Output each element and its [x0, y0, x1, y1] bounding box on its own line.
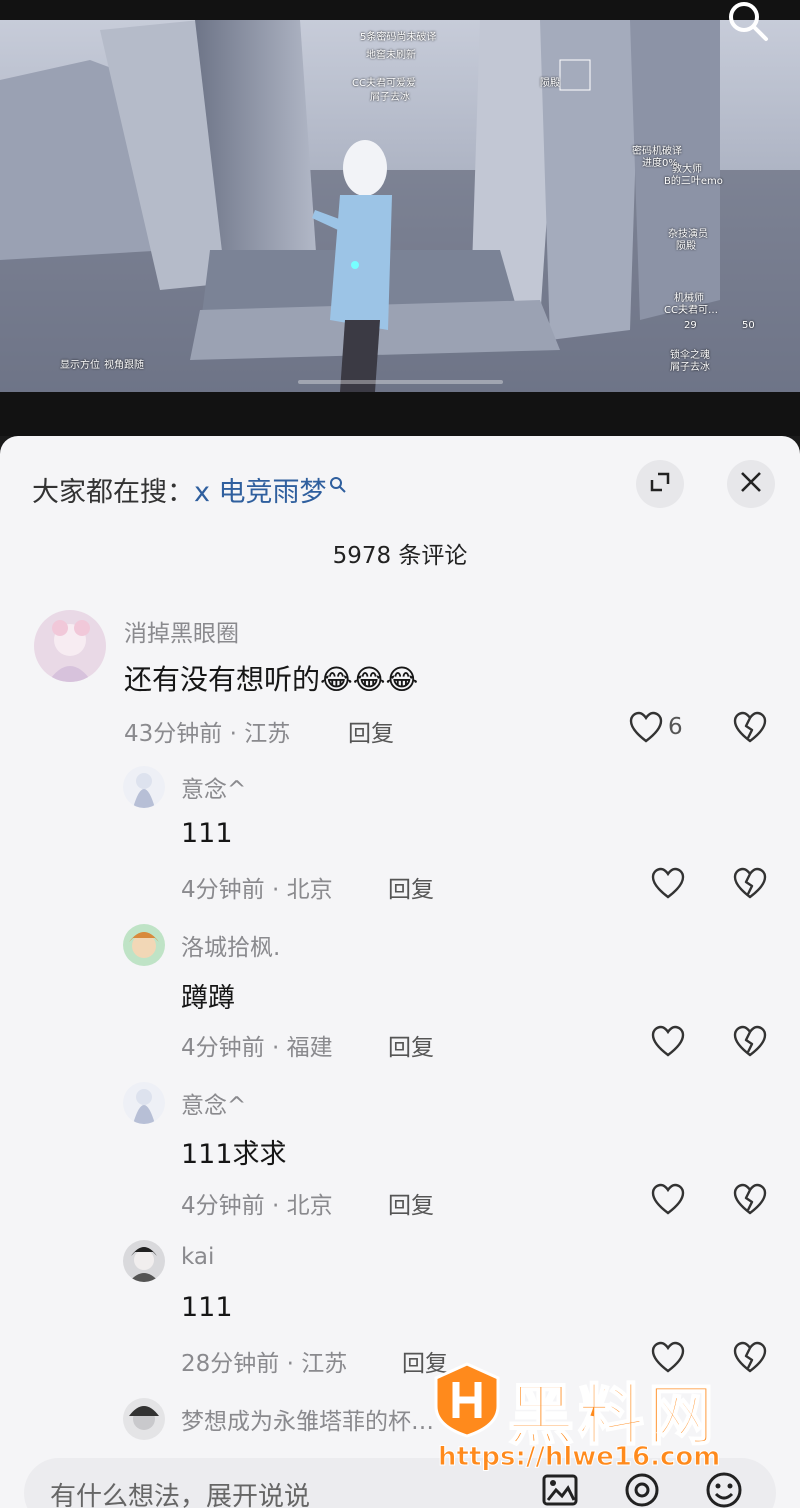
comment-meta: 4分钟前 · 北京 — [181, 877, 333, 903]
hud-text: B的三叶emo — [664, 176, 723, 187]
heart-outline-icon[interactable] — [650, 866, 686, 906]
video-progress-bar[interactable] — [298, 380, 503, 384]
hud-text: CC夫君可爱爱 — [352, 78, 416, 89]
hud-text: 陨殿 — [676, 241, 696, 252]
close-icon — [739, 470, 763, 498]
hot-search-prefix: 大家都在搜： — [32, 477, 194, 508]
comment-meta: 28分钟前 · 江苏 — [181, 1351, 348, 1377]
laugh-cry-emoji: 😂😂😂 — [320, 663, 419, 696]
reply-button[interactable]: 回复 — [388, 1028, 434, 1062]
comment-text: 111求求 — [181, 1139, 287, 1170]
hud-text: 屑子去冰 — [370, 92, 410, 103]
comment-meta: 4分钟前 · 福建 — [181, 1035, 333, 1061]
hot-search-bar[interactable]: 大家都在搜：x 电竞雨梦 — [32, 470, 347, 509]
broken-heart-icon[interactable] — [732, 1182, 768, 1222]
like-count: 6 — [668, 714, 683, 740]
reply-button[interactable]: 回复 — [388, 1186, 434, 1220]
broken-heart-icon[interactable] — [732, 1024, 768, 1064]
hud-text: 屑子去冰 — [670, 362, 710, 373]
watermark-url: https://hlwe16.com — [437, 1442, 721, 1473]
avatar[interactable] — [123, 924, 165, 966]
close-button[interactable] — [727, 460, 775, 508]
hud-text: 29 — [684, 320, 697, 331]
comment-username[interactable]: 消掉黑眼圈 — [124, 614, 239, 648]
comment-item: 意念^ 111求求 4分钟前 · 北京 回复 — [0, 1082, 800, 1232]
hud-text: 5条密码尚未破译 — [360, 32, 437, 43]
hud-text: 50 — [742, 320, 755, 331]
heart-outline-icon[interactable] — [628, 710, 664, 750]
search-icon — [329, 470, 347, 493]
comment-username[interactable]: 意念^ — [181, 770, 246, 804]
hud-text: 地窖未刷新 — [366, 50, 416, 61]
reply-button[interactable]: 回复 — [348, 714, 394, 748]
comment-sheet: 大家都在搜：x 电竞雨梦 5978 条评论 消掉黑眼圈 还有没有想听的😂😂😂 4… — [0, 436, 800, 1508]
hud-text: 视角跟随 — [104, 360, 144, 371]
video-player[interactable]: 5条密码尚未破译 地窖未刷新 CC夫君可爱爱 屑子去冰 陨殿 密码机破译 进度0… — [0, 0, 800, 436]
comment-text: 还有没有想听的😂😂😂 — [124, 658, 418, 698]
comment-item: 洛城拾枫. 蹲蹲 4分钟前 · 福建 回复 — [0, 924, 800, 1074]
hud-text: 陨殿 — [540, 78, 560, 89]
comment-input-placeholder[interactable]: 有什么想法，展开说说 — [50, 1476, 310, 1508]
avatar[interactable] — [123, 1398, 165, 1440]
comment-item: 消掉黑眼圈 还有没有想听的😂😂😂 43分钟前 · 江苏 回复 6 — [0, 610, 800, 760]
comment-item: 意念^ 111 4分钟前 · 北京 回复 — [0, 766, 800, 916]
comment-username[interactable]: 洛城拾枫. — [181, 928, 280, 962]
search-icon[interactable] — [726, 0, 770, 44]
game-screenshot: 5条密码尚未破译 地窖未刷新 CC夫君可爱爱 屑子去冰 陨殿 密码机破译 进度0… — [0, 20, 800, 392]
avatar[interactable] — [123, 1240, 165, 1282]
comment-count: 5978 条评论 — [332, 543, 468, 569]
comment-username[interactable]: kai — [181, 1244, 214, 1270]
reply-button[interactable]: 回复 — [388, 870, 434, 904]
avatar[interactable] — [34, 610, 106, 682]
comment-text: 蹲蹲 — [181, 983, 235, 1014]
comment-meta: 4分钟前 · 北京 — [181, 1193, 333, 1219]
comment-text: 111 — [181, 1292, 233, 1323]
heart-outline-icon[interactable] — [650, 1182, 686, 1222]
expand-button[interactable] — [636, 460, 684, 508]
avatar[interactable] — [123, 1082, 165, 1124]
hud-text: 显示方位 — [60, 360, 100, 371]
comment-text: 111 — [181, 818, 233, 849]
watermark: 黑料网 https://hlwe16.com — [432, 1362, 800, 1480]
comment-text-body: 还有没有想听的 — [124, 663, 321, 696]
hud-text: CC夫君可… — [664, 305, 718, 316]
expand-icon — [648, 470, 672, 498]
broken-heart-icon[interactable] — [732, 866, 768, 906]
watermark-logo-icon — [432, 1362, 502, 1442]
avatar[interactable] — [123, 766, 165, 808]
hot-search-keyword[interactable]: x 电竞雨梦 — [194, 477, 327, 508]
broken-heart-icon[interactable] — [732, 710, 768, 750]
comment-username[interactable]: 梦想成为永雏塔菲的杯… — [181, 1402, 434, 1436]
heart-outline-icon[interactable] — [650, 1024, 686, 1064]
comment-username[interactable]: 意念^ — [181, 1086, 246, 1120]
comment-meta: 43分钟前 · 江苏 — [124, 721, 291, 747]
